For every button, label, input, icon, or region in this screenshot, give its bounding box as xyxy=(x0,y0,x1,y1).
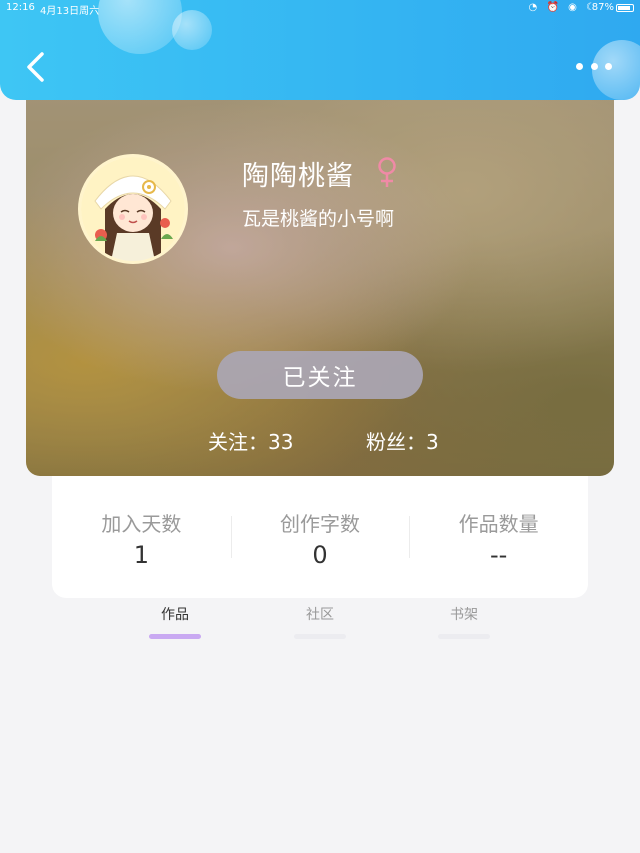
battery-percent: 87% xyxy=(591,2,614,13)
decor-bubble xyxy=(172,10,212,50)
tab-bookshelf[interactable]: 书架 xyxy=(424,604,504,639)
tab-works[interactable]: 作品 xyxy=(135,604,215,639)
more-button[interactable] xyxy=(576,58,612,74)
more-dot xyxy=(590,62,598,70)
stat-label: 作品数量 xyxy=(458,512,539,536)
stat-join-days: 加入天数 1 xyxy=(52,476,231,598)
tab-indicator xyxy=(149,634,201,639)
stat-value: 0 xyxy=(312,541,328,569)
more-dot xyxy=(605,62,612,70)
avatar-image xyxy=(81,157,185,261)
top-header: 12:16 4月13日周六 ◔ ⏰ ◉ ☾ 87% xyxy=(0,0,640,100)
stat-label: 加入天数 xyxy=(101,512,182,536)
following-count[interactable]: 关注：33 xyxy=(208,426,293,455)
chevron-left-icon xyxy=(27,52,44,82)
status-icons: ◔ ⏰ ◉ ☾ xyxy=(529,2,598,13)
battery-icon xyxy=(616,4,634,12)
profile-card: 陶陶桃酱 瓦是桃酱的小号啊 已关注 关注：33 粉丝：3 xyxy=(26,96,614,476)
tab-indicator xyxy=(438,634,490,639)
more-dot xyxy=(576,62,583,70)
stat-value: 1 xyxy=(133,541,149,569)
female-symbol-icon xyxy=(376,156,398,188)
location-icon: ◉ xyxy=(568,2,580,13)
stat-works-count: 作品数量 -- xyxy=(409,476,588,598)
stat-label: 创作字数 xyxy=(280,512,360,536)
back-button[interactable] xyxy=(22,50,50,84)
status-bar: 12:16 4月13日周六 ◔ ⏰ ◉ ☾ 87% xyxy=(0,0,640,17)
tab-label: 书架 xyxy=(450,607,478,623)
tab-indicator xyxy=(294,634,346,639)
blurred-cover-image xyxy=(26,96,614,476)
stats-card: 加入天数 1 创作字数 0 作品数量 -- xyxy=(52,476,588,598)
tab-label: 作品 xyxy=(161,607,189,623)
tab-bar: 作品 社区 书架 xyxy=(0,604,640,644)
follow-button[interactable]: 已关注 xyxy=(217,351,423,399)
stat-value: -- xyxy=(490,541,508,569)
profile-bio: 瓦是桃酱的小号啊 xyxy=(242,208,395,230)
nickname: 陶陶桃酱 xyxy=(242,161,354,192)
followers-count[interactable]: 粉丝：3 xyxy=(366,426,439,455)
tab-label: 社区 xyxy=(306,607,334,623)
tab-community[interactable]: 社区 xyxy=(280,604,360,639)
alarm-icon: ⏰ xyxy=(546,2,562,13)
avatar[interactable] xyxy=(78,154,188,264)
status-date: 4月13日周六 xyxy=(40,6,100,17)
stat-word-count: 创作字数 0 xyxy=(230,476,410,598)
status-time: 12:16 xyxy=(6,2,35,13)
wifi-icon: ◔ xyxy=(528,2,541,13)
